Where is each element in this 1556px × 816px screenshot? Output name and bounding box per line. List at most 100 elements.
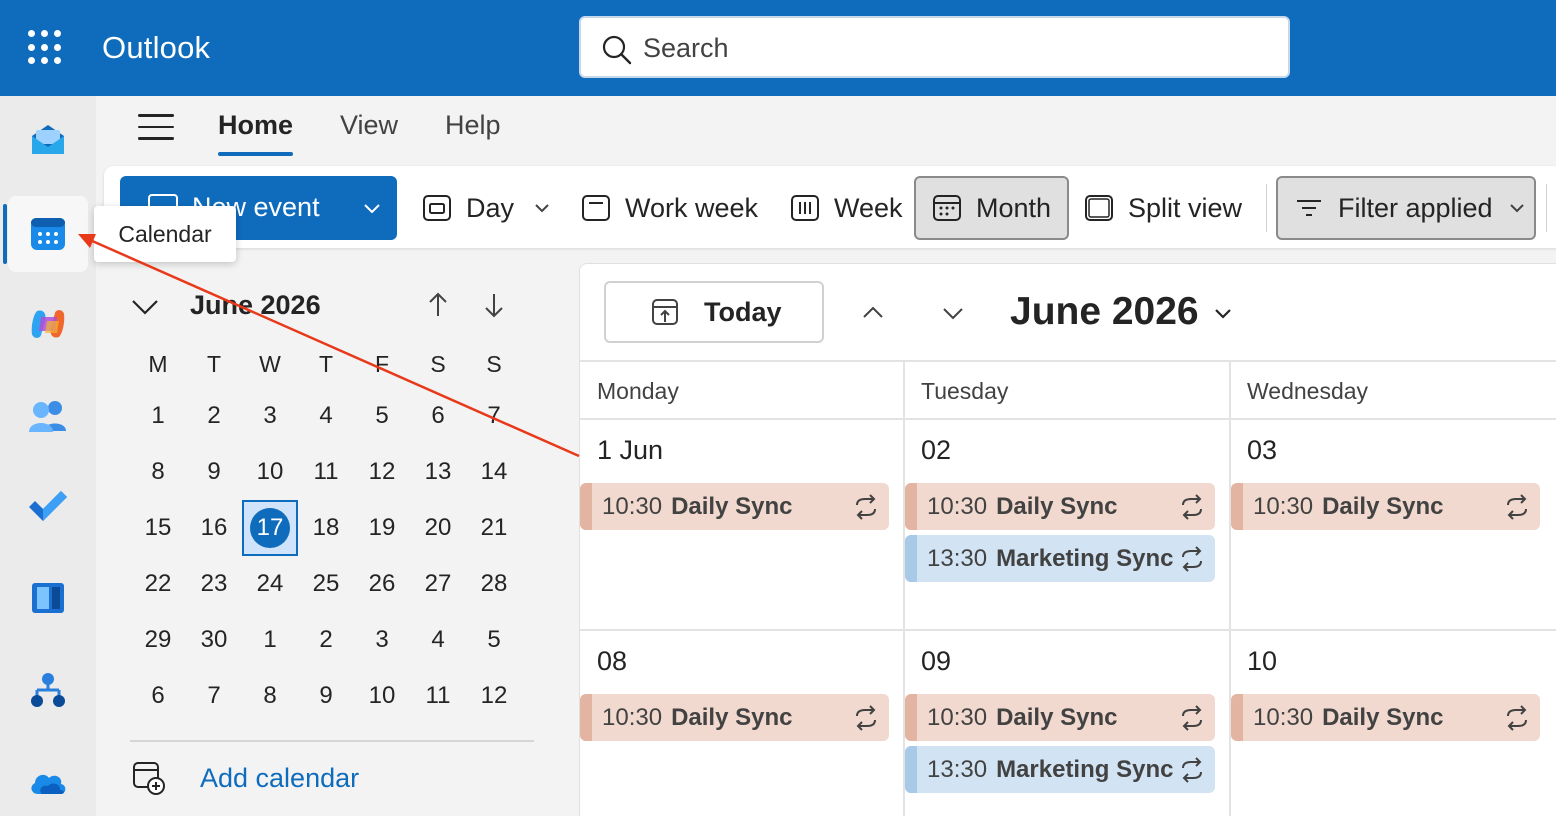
mini-day[interactable]: 2: [186, 388, 242, 444]
event-marketing-sync[interactable]: 13:30 Marketing Sync: [905, 746, 1215, 793]
mini-day[interactable]: 15: [130, 500, 186, 556]
rail-apps[interactable]: [8, 560, 88, 636]
date-cell-label[interactable]: 08: [597, 646, 627, 677]
event-time: 10:30: [927, 703, 988, 731]
mini-day[interactable]: 5: [354, 388, 410, 444]
date-cell-label[interactable]: 02: [921, 435, 951, 466]
chevron-down-icon[interactable]: [532, 198, 552, 218]
mini-day[interactable]: 6: [130, 668, 186, 724]
event-time: 10:30: [602, 703, 663, 731]
mini-day[interactable]: 8: [130, 444, 186, 500]
mini-day[interactable]: 1: [130, 388, 186, 444]
app-launcher-icon[interactable]: [28, 30, 64, 66]
rail-mail[interactable]: [8, 102, 88, 178]
arrow-up-icon[interactable]: [426, 290, 450, 320]
mini-day[interactable]: 23: [186, 556, 242, 612]
rail-org[interactable]: [8, 652, 88, 728]
mini-day[interactable]: 6: [410, 388, 466, 444]
weekday-label: T: [206, 350, 222, 377]
mini-day[interactable]: 8: [242, 668, 298, 724]
mini-day[interactable]: 2: [298, 612, 354, 668]
tab-home[interactable]: Home: [218, 110, 294, 156]
event-time: 10:30: [927, 492, 988, 520]
mini-day[interactable]: 10: [242, 444, 298, 500]
mini-day[interactable]: 3: [242, 388, 298, 444]
rail-copilot[interactable]: [8, 286, 88, 362]
hamburger-menu-icon[interactable]: [138, 114, 174, 142]
month-title[interactable]: June 2026: [1010, 290, 1199, 334]
work-week-view-button[interactable]: Work week: [581, 176, 758, 240]
mini-day[interactable]: 14: [466, 444, 522, 500]
date-cell-label[interactable]: 1 Jun: [597, 435, 663, 466]
event-daily-sync[interactable]: 10:30 Daily Sync: [580, 483, 889, 530]
collapse-chevron-icon[interactable]: [130, 293, 160, 319]
mini-day[interactable]: 21: [466, 500, 522, 556]
date-cell-label[interactable]: 03: [1247, 435, 1277, 466]
mini-day[interactable]: 26: [354, 556, 410, 612]
search-box[interactable]: Search: [579, 16, 1290, 78]
mini-day[interactable]: 4: [410, 612, 466, 668]
today-button[interactable]: Today: [604, 281, 824, 343]
today-label: Today: [704, 296, 782, 327]
date-cell-label[interactable]: 10: [1247, 646, 1277, 677]
grid-line: [1229, 360, 1231, 816]
next-month-chevron-icon[interactable]: [940, 300, 966, 326]
mini-day[interactable]: 24: [242, 556, 298, 612]
mini-day[interactable]: 12: [466, 668, 522, 724]
chevron-down-icon[interactable]: [1212, 302, 1234, 324]
mini-day[interactable]: 5: [466, 612, 522, 668]
mini-day[interactable]: 9: [186, 444, 242, 500]
event-daily-sync[interactable]: 10:30 Daily Sync: [905, 483, 1215, 530]
week-view-button[interactable]: Week: [790, 176, 903, 240]
add-calendar-icon: [133, 762, 165, 795]
arrow-down-icon[interactable]: [482, 290, 506, 320]
event-daily-sync[interactable]: 10:30 Daily Sync: [905, 694, 1215, 741]
mini-day[interactable]: 10: [354, 668, 410, 724]
event-marketing-sync[interactable]: 13:30 Marketing Sync: [905, 535, 1215, 582]
mini-day[interactable]: 28: [466, 556, 522, 612]
rail-todo[interactable]: [8, 468, 88, 544]
rail-onedrive[interactable]: [8, 744, 88, 816]
chevron-down-icon[interactable]: [360, 196, 384, 220]
previous-month-chevron-icon[interactable]: [860, 300, 886, 326]
date-cell-label[interactable]: 09: [921, 646, 951, 677]
day-view-button[interactable]: Day: [422, 176, 552, 240]
mini-day[interactable]: 30: [186, 612, 242, 668]
todo-check-icon: [29, 491, 67, 521]
mini-day[interactable]: 19: [354, 500, 410, 556]
mini-day[interactable]: 9: [298, 668, 354, 724]
mini-day[interactable]: 13: [410, 444, 466, 500]
month-view-button[interactable]: Month: [914, 176, 1069, 240]
mini-day[interactable]: 29: [130, 612, 186, 668]
mini-day[interactable]: 7: [466, 388, 522, 444]
mini-day[interactable]: 3: [354, 612, 410, 668]
mini-day[interactable]: 18: [298, 500, 354, 556]
mini-day[interactable]: 20: [410, 500, 466, 556]
filter-button[interactable]: Filter applied: [1276, 176, 1536, 240]
rail-calendar[interactable]: [3, 196, 88, 272]
tab-help[interactable]: Help: [445, 110, 501, 141]
event-daily-sync[interactable]: 10:30 Daily Sync: [1231, 694, 1540, 741]
mini-day[interactable]: 16: [186, 500, 242, 556]
mini-day-today[interactable]: 17: [242, 500, 298, 556]
mini-calendar-title[interactable]: June 2026: [190, 290, 321, 321]
event-daily-sync[interactable]: 10:30 Daily Sync: [580, 694, 889, 741]
recurring-icon: [1507, 705, 1527, 731]
mini-day[interactable]: 12: [354, 444, 410, 500]
mini-day[interactable]: 25: [298, 556, 354, 612]
mini-day[interactable]: 11: [298, 444, 354, 500]
split-view-button[interactable]: Split view: [1084, 176, 1242, 240]
mini-day[interactable]: 7: [186, 668, 242, 724]
event-daily-sync[interactable]: 10:30 Daily Sync: [1231, 483, 1540, 530]
mini-day[interactable]: 22: [130, 556, 186, 612]
mini-day[interactable]: 1: [242, 612, 298, 668]
mini-day[interactable]: 4: [298, 388, 354, 444]
chevron-down-icon[interactable]: [1507, 198, 1527, 218]
mini-day[interactable]: 11: [410, 668, 466, 724]
rail-people[interactable]: [8, 378, 88, 454]
search-input[interactable]: Search: [643, 33, 729, 64]
tab-view[interactable]: View: [340, 110, 398, 141]
ribbon-divider: [1546, 184, 1547, 232]
add-calendar-button[interactable]: Add calendar: [132, 760, 359, 796]
mini-day[interactable]: 27: [410, 556, 466, 612]
